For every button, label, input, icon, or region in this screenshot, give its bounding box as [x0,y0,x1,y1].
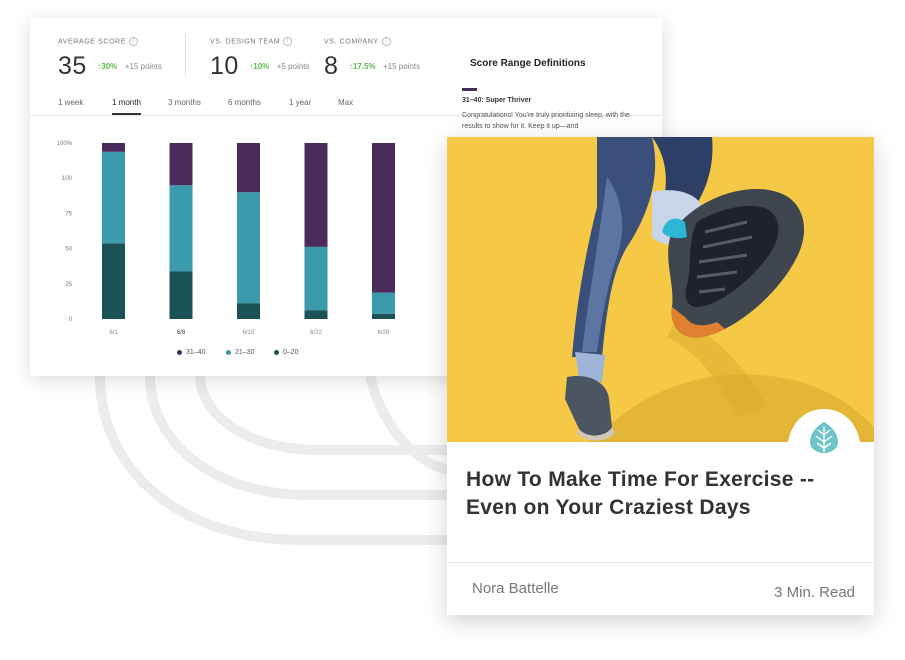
bar-segment [237,143,260,193]
bar-segment [169,271,193,319]
bar-segment [102,151,125,244]
badge [800,414,848,462]
y-tick-label: 50 [65,247,72,253]
definition-subtitle: 31–40: Super Thriver [462,97,532,104]
x-tick-label: 6/15 [243,330,255,336]
legend-item: 21–30 [226,349,254,356]
tab-1-month[interactable]: 1 month [112,98,141,115]
legend-dot [226,349,231,355]
stat-company: VS. COMPANY i 8 ↑17.5% +15 points [324,37,420,81]
stat-change: ↑10% [249,62,270,71]
bar-segment [372,143,395,293]
stat-average-score: AVERAGE SCORE i 35 ↑30% +15 points [58,37,162,81]
y-tick-label: 25 [65,282,72,288]
stat-label: VS. DESIGN TEAM [210,38,281,46]
x-tick-label: 6/22 [310,330,322,336]
y-tick-label: 100 [62,176,73,182]
definitions-title: Score Range Definitions [470,58,586,69]
y-tick-label: 0 [69,317,73,323]
info-icon[interactable]: i [128,37,138,46]
x-tick-label: 6/1 [109,330,118,336]
info-icon[interactable]: i [381,37,391,46]
tab-3-months[interactable]: 3 months [168,98,201,107]
stat-label: VS. COMPANY [324,38,379,46]
tab-max[interactable]: Max [338,98,353,107]
bar-segment [372,292,395,314]
bar-segment [372,313,395,319]
article-card[interactable]: How To Make Time For Exercise -- Even on… [447,137,874,615]
stat-change: ↑17.5% [348,62,376,71]
bar-segment [102,143,125,152]
stat-value: 8 [324,52,339,80]
stat-label: AVERAGE SCORE [58,38,126,46]
stat-change: ↑30% [97,62,118,71]
definition-swatch [462,88,477,91]
article-title[interactable]: How To Make Time For Exercise -- Even on… [466,466,846,522]
article-read-time: 3 Min. Read [774,584,855,601]
y-tick-label: 75 [65,211,72,217]
stacked-bar-chart: 100% 100 75 50 25 0 6/1 6/8 6/15 6/22 6/29 [57,141,395,336]
tab-1-year[interactable]: 1 year [289,98,311,107]
legend-item: 31–40 [177,349,205,356]
bar-segment [169,143,193,186]
legend-item: 0–20 [274,349,299,356]
bar-segment [304,143,328,247]
stat-design-team: VS. DESIGN TEAM i 10 ↑10% +5 points [210,37,309,81]
article-author: Nora Battelle [472,580,559,597]
tab-1-week[interactable]: 1 week [58,98,83,107]
stat-value: 35 [58,52,87,80]
stat-divider [185,34,186,76]
y-tick-label: 100% [57,141,73,147]
stat-points: +15 points [124,62,162,71]
card-divider [447,562,874,563]
bar-segment [304,246,328,311]
legend-dot [177,349,182,355]
stat-value: 10 [210,52,239,80]
x-tick-label: 6/29 [378,330,390,336]
tab-6-months[interactable]: 6 months [228,98,261,107]
x-tick-label: 6/8 [177,330,186,336]
stat-points: +5 points [276,62,310,71]
bar-segment [169,185,193,272]
bar-segment [304,310,328,319]
info-icon[interactable]: i [283,37,293,46]
stat-points: +15 points [383,62,421,71]
bar-segment [237,303,260,319]
bar-segment [237,192,260,304]
leaf-icon [810,422,838,453]
running-shoe-photo [447,137,874,442]
legend-dot [274,349,279,355]
definition-text: Congratulations! You're truly prioritizi… [462,112,630,130]
bar-segment [102,243,125,319]
